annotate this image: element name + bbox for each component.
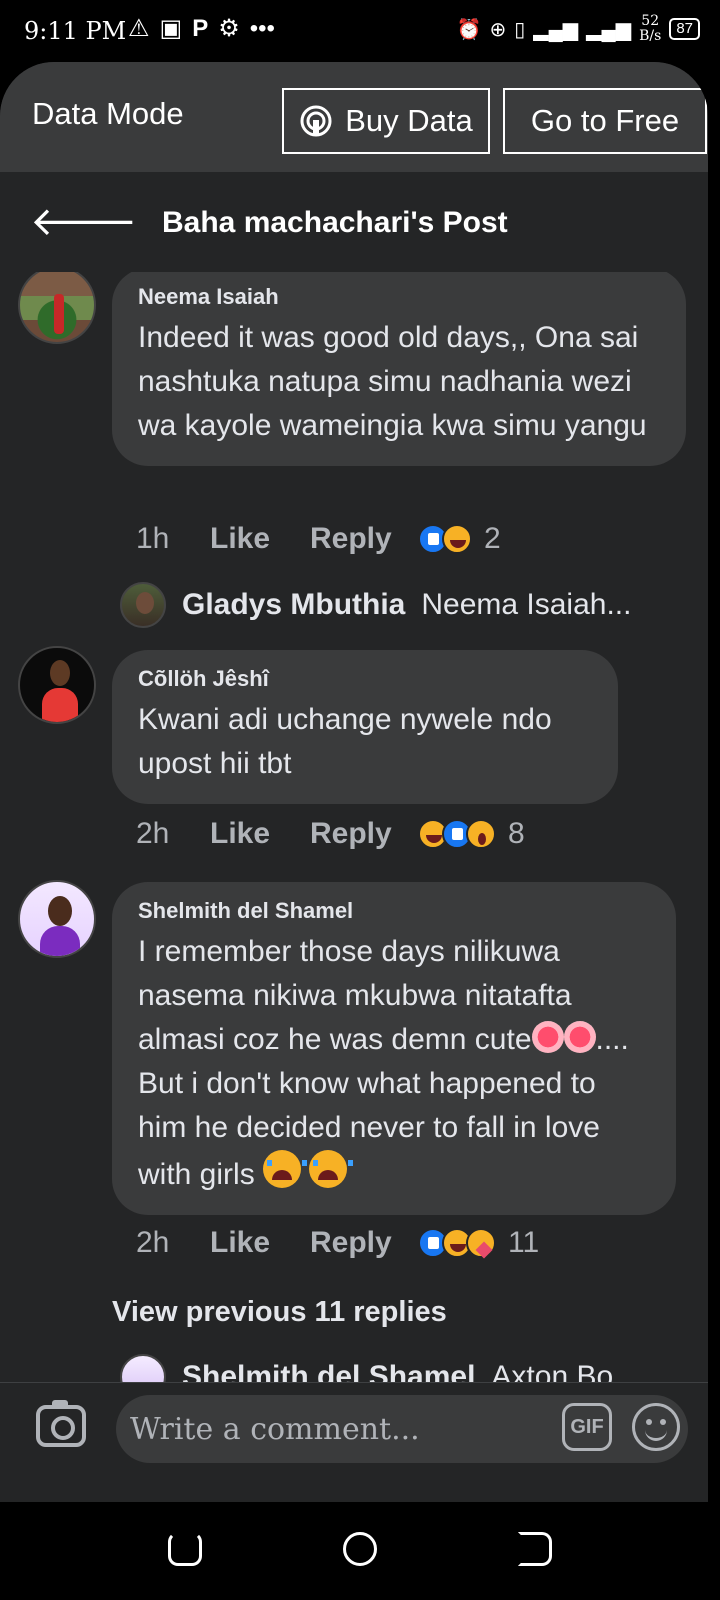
comment-actions: 2h Like Reply 11 xyxy=(136,1226,539,1260)
comment-bubble[interactable]: Shelmith del Shamel I remember those day… xyxy=(112,882,676,1215)
vibrate-icon: ▯ xyxy=(514,18,526,41)
like-button[interactable]: Like xyxy=(210,522,310,556)
reply-button[interactable]: Reply xyxy=(310,1226,418,1260)
app-window: Data Mode Buy Data Go to Free 🡐 Baha mac… xyxy=(0,62,708,1502)
data-mode-banner: Data Mode Buy Data Go to Free xyxy=(0,62,708,172)
comment-time: 1h xyxy=(136,522,170,555)
heart-emoji-icon xyxy=(531,1021,564,1053)
reply-button[interactable]: Reply xyxy=(310,817,418,851)
comment-list[interactable]: Neema Isaiah Indeed it was good old days… xyxy=(0,272,708,1472)
data-saver-icon: ⊕ xyxy=(489,18,507,41)
signal-icon: ▂▄▆ xyxy=(533,18,579,41)
system-nav-bar xyxy=(0,1502,720,1600)
wow-reaction-icon xyxy=(466,819,496,849)
back-arrow-icon[interactable]: 🡐 xyxy=(30,202,137,242)
parking-icon: P xyxy=(192,14,209,42)
view-previous-replies-link[interactable]: View previous 11 replies xyxy=(112,1296,447,1329)
avatar xyxy=(120,582,166,628)
comment-author[interactable]: Cõllöh Jêshî xyxy=(138,666,592,692)
recent-apps-icon[interactable] xyxy=(168,1532,202,1566)
comment-bubble[interactable]: Cõllöh Jêshî Kwani adi uchange nywele nd… xyxy=(112,650,618,804)
reaction-count: 8 xyxy=(508,817,525,850)
reaction-summary[interactable] xyxy=(418,1228,496,1258)
reaction-count: 11 xyxy=(508,1226,540,1259)
camera-icon[interactable] xyxy=(36,1400,86,1447)
crying-emoji-icon xyxy=(309,1150,354,1188)
comment-actions: 1h Like Reply 2 xyxy=(136,522,501,556)
reply-snippet: Neema Isaiah... xyxy=(421,588,632,621)
comment-author[interactable]: Neema Isaiah xyxy=(138,284,660,310)
alarm-icon: ⏰ xyxy=(456,18,482,41)
comment-text: I remember those days nilikuwa nasema ni… xyxy=(138,935,629,1191)
comment-bubble[interactable]: Neema Isaiah Indeed it was good old days… xyxy=(112,272,686,466)
emoji-icon[interactable] xyxy=(632,1403,680,1451)
warning-icon: ⚠ xyxy=(128,15,150,42)
back-icon[interactable] xyxy=(518,1532,552,1566)
crying-emoji-icon xyxy=(263,1150,308,1188)
reaction-summary[interactable] xyxy=(418,819,496,849)
battery-indicator: 87 xyxy=(669,18,700,40)
go-to-free-button[interactable]: Go to Free xyxy=(503,88,707,154)
heart-emoji-icon xyxy=(563,1021,596,1053)
post-header: 🡐 Baha machachari's Post xyxy=(0,172,708,272)
comment-composer: GIF xyxy=(0,1382,708,1502)
avatar[interactable] xyxy=(18,646,96,724)
avatar[interactable] xyxy=(18,272,96,344)
data-mode-label: Data Mode xyxy=(32,96,184,131)
gear-icon: ⚙ xyxy=(218,15,240,42)
comment-time: 2h xyxy=(136,817,170,850)
care-reaction-icon xyxy=(466,1228,496,1258)
comment-time: 2h xyxy=(136,1226,170,1259)
reply-preview[interactable]: Gladys Mbuthia Neema Isaiah... xyxy=(120,582,631,628)
avatar[interactable] xyxy=(18,880,96,958)
reaction-count: 2 xyxy=(484,522,501,555)
buy-data-button[interactable]: Buy Data xyxy=(282,88,490,154)
comment-actions: 2h Like Reply 8 xyxy=(136,817,525,851)
home-icon[interactable] xyxy=(343,1532,377,1566)
signal-2-icon: ▂▄▆ xyxy=(586,18,632,41)
reaction-summary[interactable] xyxy=(418,524,472,554)
net-speed: 52 B/s xyxy=(639,13,662,44)
reply-button[interactable]: Reply xyxy=(310,522,418,556)
haha-reaction-icon xyxy=(442,524,472,554)
like-button[interactable]: Like xyxy=(210,1226,310,1260)
status-time: 9:11 PM xyxy=(24,17,127,45)
comment-author[interactable]: Shelmith del Shamel xyxy=(138,898,650,924)
status-bar: 9:11 PM ⚠ ▣ P ⚙ ••• ⏰ ⊕ ▯ ▂▄▆ ▂▄▆ 52 B/s… xyxy=(0,0,720,62)
page-title: Baha machachari's Post xyxy=(162,206,508,239)
gif-button[interactable]: GIF xyxy=(562,1403,612,1451)
more-dots-icon: ••• xyxy=(249,14,275,42)
reply-author: Gladys Mbuthia xyxy=(182,588,406,621)
like-button[interactable]: Like xyxy=(210,817,310,851)
comment-text: Kwani adi uchange nywele ndo upost hii t… xyxy=(138,703,552,780)
comment-text: Indeed it was good old days,, Ona sai na… xyxy=(138,321,647,442)
broadcast-icon xyxy=(300,105,332,137)
battery-saver-icon: ▣ xyxy=(159,15,183,42)
